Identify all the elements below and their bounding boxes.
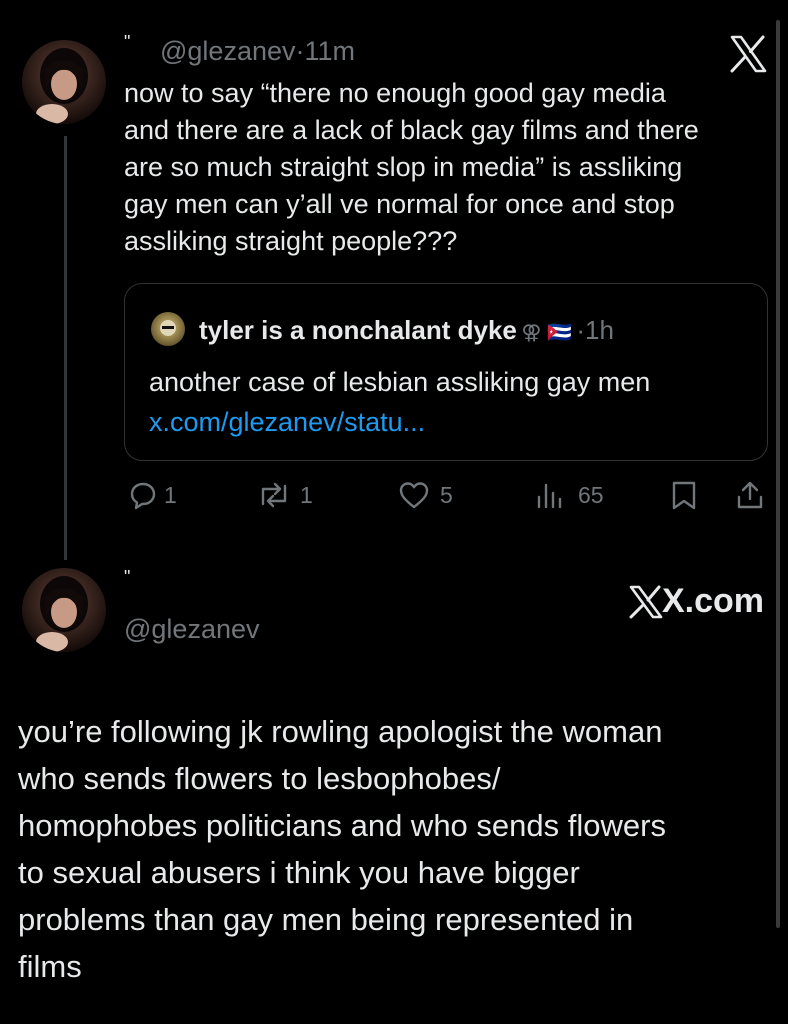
post-text: now to say “there no enough good gay med…: [124, 75, 772, 260]
quote-timestamp[interactable]: 1h: [585, 315, 614, 345]
quote-link[interactable]: x.com/glezanev/statu...: [149, 404, 425, 441]
timestamp[interactable]: 11m: [305, 36, 356, 66]
reply-text-line: problems than gay men being represented …: [18, 902, 634, 937]
reply-icon: [130, 482, 156, 510]
post-header: @glezanev·11m: [160, 36, 355, 67]
thread-line: [64, 136, 67, 560]
post-text-line: gay men can y’all ve normal for once and…: [124, 189, 675, 219]
quote-display-name[interactable]: tyler is a nonchalant dyke: [199, 315, 517, 345]
repost-count: 1: [300, 481, 313, 508]
reply-handle[interactable]: @glezanev: [124, 614, 260, 645]
reply-text-line: films: [18, 949, 82, 984]
reply-text-line: to sexual abusers i think you have bigge…: [18, 855, 580, 890]
x-com-watermark: X.com: [628, 582, 764, 621]
watermark-text: X.com: [662, 582, 765, 620]
reply-text-line: who sends flowers to lesbophobes/: [18, 761, 501, 796]
like-button[interactable]: 5: [398, 480, 453, 510]
views-icon: [537, 483, 562, 509]
quoted-post[interactable]: tyler is a nonchalant dyke ⚢ 🇨🇺 ·1h anot…: [124, 283, 768, 461]
views-count: 65: [578, 481, 604, 508]
reply-display-name[interactable]: ": [124, 567, 130, 588]
quote-header: tyler is a nonchalant dyke ⚢ 🇨🇺 ·1h: [199, 315, 614, 346]
quote-avatar[interactable]: [151, 312, 185, 346]
quote-name-emoji: ⚢ 🇨🇺: [521, 322, 572, 344]
views-button[interactable]: 65: [536, 480, 604, 510]
post-text-line: and there are a lack of black gay films …: [124, 115, 699, 145]
x-logo-icon: [629, 585, 663, 618]
share-icon: [737, 481, 763, 509]
reply-button[interactable]: 1: [128, 480, 177, 510]
handle[interactable]: @glezanev: [160, 36, 296, 66]
share-button[interactable]: [735, 480, 765, 510]
x-logo-icon: [728, 34, 768, 74]
quote-text: another case of lesbian assliking gay me…: [149, 367, 651, 397]
reply-text: you’re following jk rowling apologist th…: [18, 708, 768, 990]
bookmark-button[interactable]: [670, 480, 698, 510]
heart-icon: [399, 482, 429, 509]
repost-button[interactable]: 1: [256, 480, 313, 510]
avatar[interactable]: [22, 40, 106, 124]
post-text-line: are so much straight slop in media” is a…: [124, 152, 683, 182]
bookmark-icon: [672, 481, 696, 510]
like-count: 5: [440, 481, 453, 508]
repost-icon: [261, 482, 287, 508]
reply-avatar[interactable]: [22, 568, 106, 652]
separator-dot: ·: [295, 36, 305, 66]
reply-text-line: homophobes politicians and who sends flo…: [18, 808, 666, 843]
display-name[interactable]: ": [124, 32, 130, 53]
quote-separator-dot: ·: [576, 315, 586, 345]
scrollbar[interactable]: [776, 20, 780, 928]
post-text-line: now to say “there no enough good gay med…: [124, 78, 666, 108]
reply-count: 1: [164, 481, 177, 508]
post-text-line: assliking straight people???: [124, 226, 458, 256]
reply-text-line: you’re following jk rowling apologist th…: [18, 714, 663, 749]
